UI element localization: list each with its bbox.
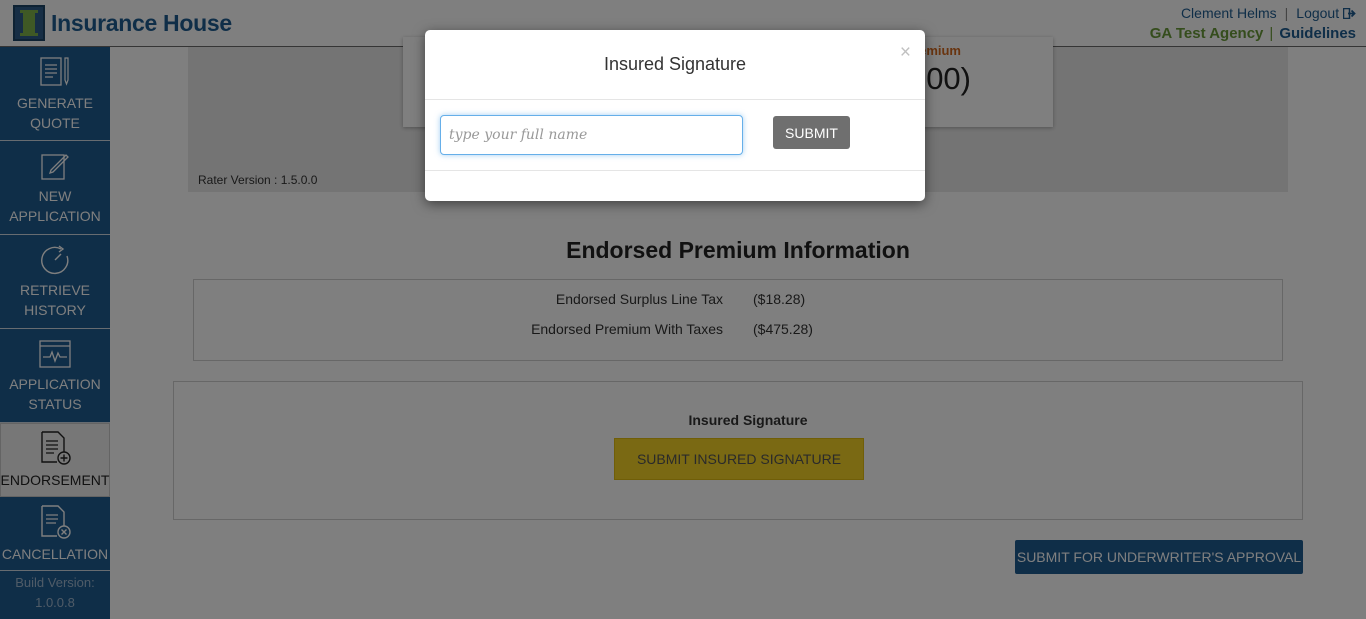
submit-button[interactable]: SUBMIT bbox=[773, 116, 850, 149]
modal-title: Insured Signature bbox=[603, 54, 747, 74]
close-icon[interactable]: × bbox=[900, 42, 911, 64]
full-name-input[interactable] bbox=[440, 115, 743, 155]
modal-body: SUBMIT bbox=[425, 100, 925, 171]
signature-modal: Insured Signature × SUBMIT bbox=[425, 30, 925, 201]
modal-header: Insured Signature × bbox=[425, 30, 925, 100]
